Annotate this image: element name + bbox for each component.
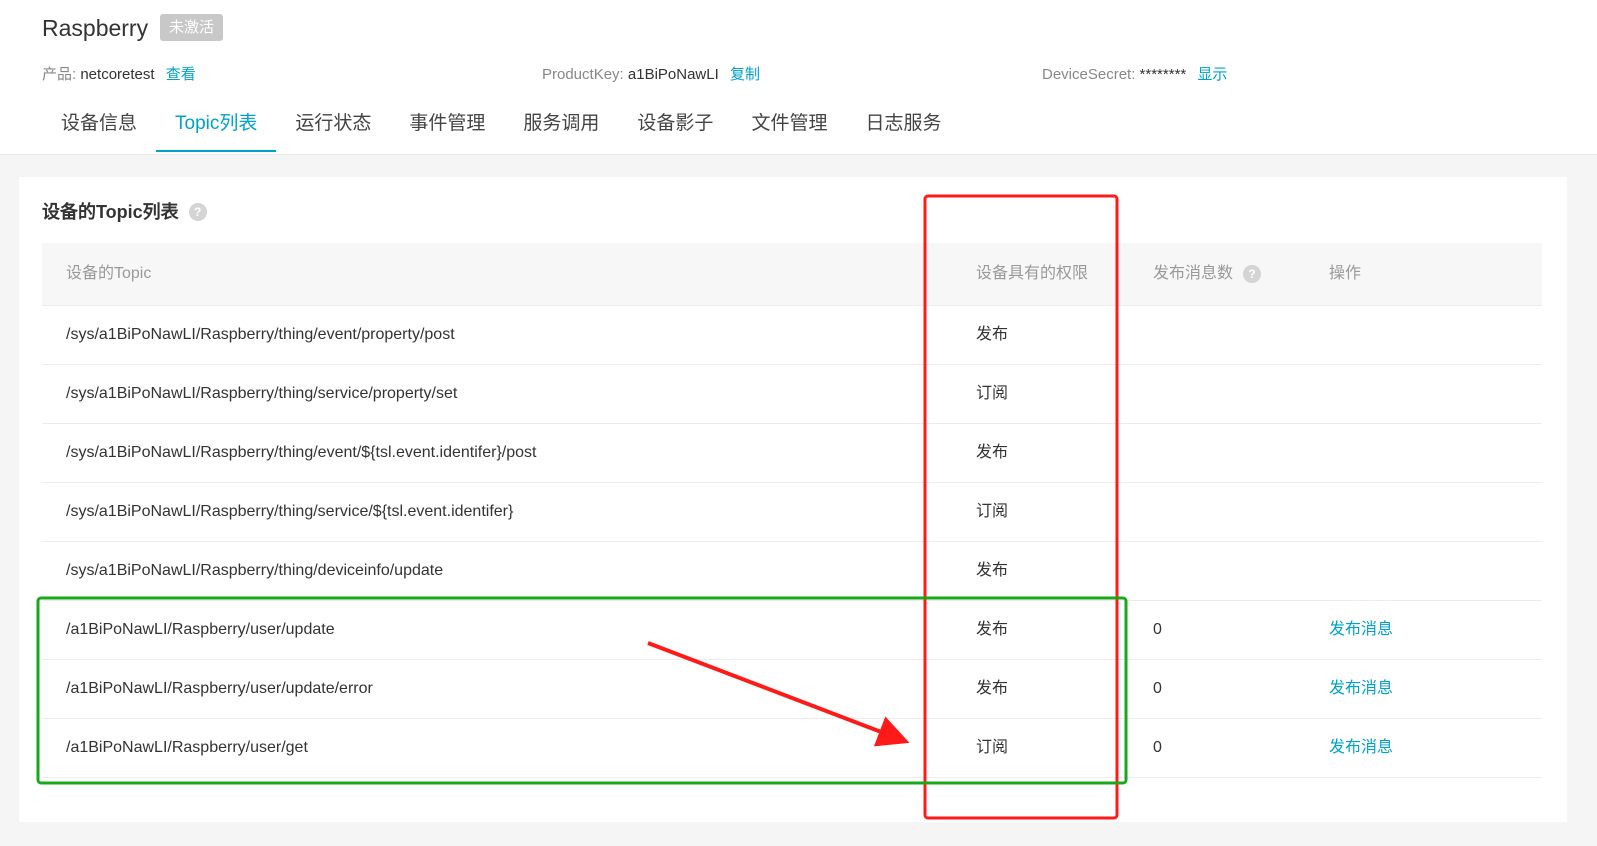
productkey-value: a1BiPoNawLI xyxy=(627,66,719,83)
help-icon[interactable]: ? xyxy=(188,203,207,221)
devicesecret-value: ******** xyxy=(1139,66,1187,83)
topic-cell: /sys/a1BiPoNawLI/Raspberry/thing/event/p… xyxy=(66,326,455,343)
tab-topic-list[interactable]: Topic列表 xyxy=(156,96,277,152)
tab-service-call[interactable]: 服务调用 xyxy=(504,96,618,152)
tab-event-management[interactable]: 事件管理 xyxy=(390,96,504,152)
tab-device-shadow[interactable]: 设备影子 xyxy=(618,96,732,152)
permission-cell: 发布 xyxy=(976,444,1009,461)
view-product-link[interactable]: 查看 xyxy=(166,66,196,83)
header-message-count-label: 发布消息数 xyxy=(1153,265,1234,282)
copy-productkey-link[interactable]: 复制 xyxy=(730,66,760,83)
product-value: netcoretest xyxy=(80,66,155,83)
permission-cell: 订阅 xyxy=(976,739,1009,756)
device-tabs: 设备信息 Topic列表 运行状态 事件管理 服务调用 设备影子 文件管理 日志… xyxy=(42,96,960,154)
panel-title: 设备的Topic列表 ? xyxy=(42,199,207,225)
tab-file-management[interactable]: 文件管理 xyxy=(732,96,846,152)
count-cell: 0 xyxy=(1153,739,1162,756)
topic-table: 设备的Topic 设备具有的权限 发布消息数 ? 操作 /sys/a1BiPoN… xyxy=(42,243,1542,778)
panel-title-text: 设备的Topic列表 xyxy=(42,202,179,222)
table-row: /sys/a1BiPoNawLI/Raspberry/thing/event/p… xyxy=(42,306,1542,365)
product-meta: 产品: netcoretest 查看 xyxy=(42,64,196,86)
permission-cell: 发布 xyxy=(976,621,1009,638)
topic-cell: /sys/a1BiPoNawLI/Raspberry/thing/devicei… xyxy=(66,562,444,579)
show-secret-link[interactable]: 显示 xyxy=(1197,66,1227,83)
topic-cell: /sys/a1BiPoNawLI/Raspberry/thing/event/$… xyxy=(66,444,537,461)
productkey-label: ProductKey: xyxy=(542,66,624,83)
topic-cell: /a1BiPoNawLI/Raspberry/user/update xyxy=(66,621,335,638)
publish-message-link[interactable]: 发布消息 xyxy=(1329,660,1393,718)
topic-list-panel: 设备的Topic列表 ? 设备的Topic 设备具有的权限 发布消息数 ? 操作… xyxy=(19,177,1567,822)
permission-cell: 订阅 xyxy=(976,385,1009,402)
header-message-count: 发布消息数 ? xyxy=(1153,243,1262,305)
table-row: /sys/a1BiPoNawLI/Raspberry/thing/service… xyxy=(42,483,1542,542)
device-name: Raspberry xyxy=(42,15,149,41)
topic-cell: /sys/a1BiPoNawLI/Raspberry/thing/service… xyxy=(66,385,458,402)
publish-message-link[interactable]: 发布消息 xyxy=(1329,719,1393,777)
device-header: Raspberry 未激活 产品: netcoretest 查看 Product… xyxy=(0,0,1597,155)
permission-cell: 发布 xyxy=(976,680,1009,697)
table-row: /a1BiPoNawLI/Raspberry/user/get 订阅 0 发布消… xyxy=(42,719,1542,778)
topic-cell: /sys/a1BiPoNawLI/Raspberry/thing/service… xyxy=(66,503,514,520)
table-row: /sys/a1BiPoNawLI/Raspberry/thing/devicei… xyxy=(42,542,1542,601)
tab-run-status[interactable]: 运行状态 xyxy=(276,96,390,152)
table-row: /a1BiPoNawLI/Raspberry/user/update/error… xyxy=(42,660,1542,719)
table-row: /sys/a1BiPoNawLI/Raspberry/thing/event/$… xyxy=(42,424,1542,483)
topic-cell: /a1BiPoNawLI/Raspberry/user/get xyxy=(66,739,308,756)
status-badge: 未激活 xyxy=(160,14,224,41)
permission-cell: 订阅 xyxy=(976,503,1009,520)
header-topic: 设备的Topic xyxy=(66,265,152,282)
permission-cell: 发布 xyxy=(976,562,1009,579)
table-row: /a1BiPoNawLI/Raspberry/user/update 发布 0 … xyxy=(42,601,1542,660)
tab-device-info[interactable]: 设备信息 xyxy=(42,96,156,152)
tab-log-service[interactable]: 日志服务 xyxy=(846,96,960,152)
count-cell: 0 xyxy=(1153,680,1162,697)
table-header: 设备的Topic 设备具有的权限 发布消息数 ? 操作 xyxy=(42,243,1542,306)
productkey-meta: ProductKey: a1BiPoNawLI 复制 xyxy=(542,64,760,86)
help-icon[interactable]: ? xyxy=(1243,265,1262,283)
permission-cell: 发布 xyxy=(976,326,1009,343)
topic-cell: /a1BiPoNawLI/Raspberry/user/update/error xyxy=(66,680,373,697)
product-label: 产品: xyxy=(42,66,77,83)
devicesecret-meta: DeviceSecret: ******** 显示 xyxy=(1042,64,1227,86)
count-cell: 0 xyxy=(1153,621,1162,638)
devicesecret-label: DeviceSecret: xyxy=(1042,66,1136,83)
header-permission: 设备具有的权限 xyxy=(976,265,1089,282)
table-row: /sys/a1BiPoNawLI/Raspberry/thing/service… xyxy=(42,365,1542,424)
publish-message-link[interactable]: 发布消息 xyxy=(1329,601,1393,659)
header-action: 操作 xyxy=(1329,265,1362,282)
